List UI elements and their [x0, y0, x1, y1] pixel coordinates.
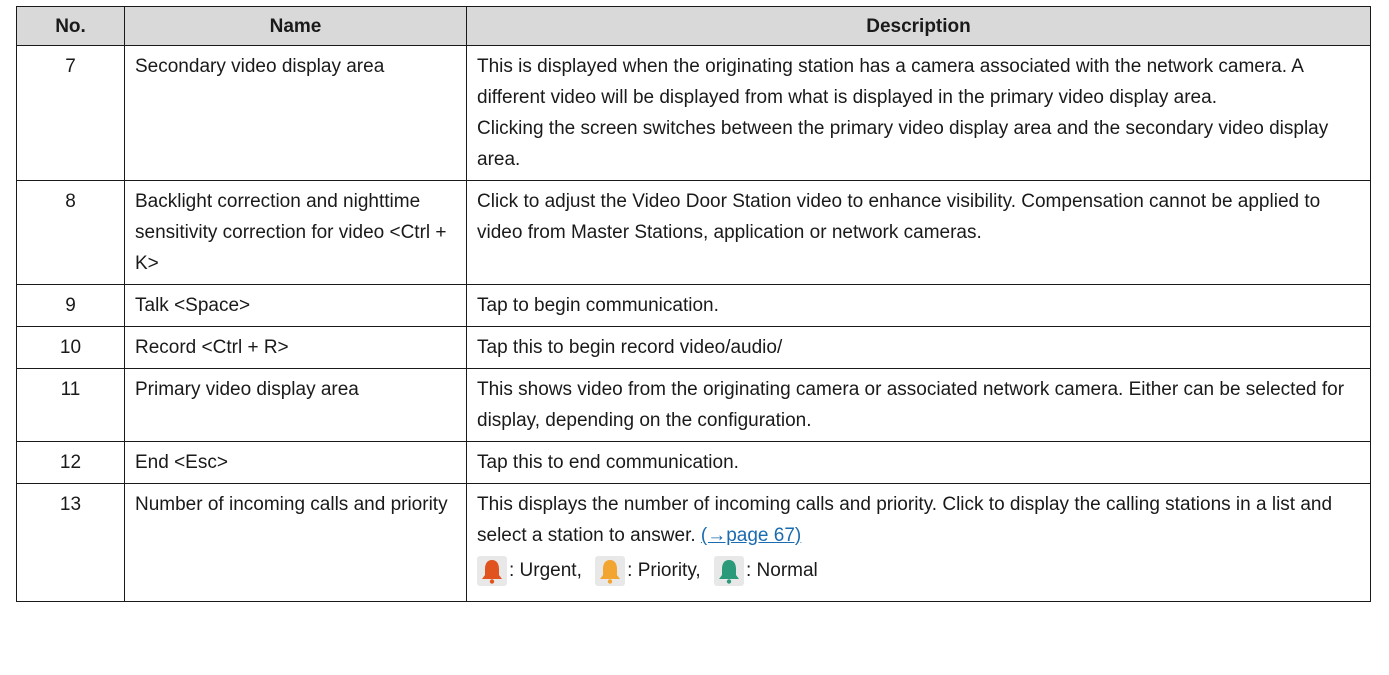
priority-legend-item: : Priority,	[595, 555, 701, 586]
priority-label: : Priority,	[627, 560, 701, 581]
row-name: Record <Ctrl + R>	[124, 326, 467, 369]
specification-table: No. Name Description 7 Secondary video d…	[16, 6, 1371, 602]
table-row: 9 Talk <Space> Tap to begin communicatio…	[16, 284, 1371, 327]
priority-legend: : Urgent, : Priority, : Normal	[477, 555, 1360, 596]
table-row: 11 Primary video display area This shows…	[16, 368, 1371, 442]
row-name: Secondary video display area	[124, 45, 467, 181]
row-name: Talk <Space>	[124, 284, 467, 327]
row-description: This shows video from the originating ca…	[466, 368, 1371, 442]
description-text: Click to adjust the Video Door Station v…	[477, 191, 1321, 243]
row-no: 7	[16, 45, 125, 181]
row-description: This is displayed when the originating s…	[466, 45, 1371, 181]
header-name: Name	[124, 6, 467, 46]
row-description: Click to adjust the Video Door Station v…	[466, 180, 1371, 285]
header-no: No.	[16, 6, 125, 46]
description-text: This shows video from the originating ca…	[477, 379, 1345, 431]
row-no: 8	[16, 180, 125, 285]
row-name: Primary video display area	[124, 368, 467, 442]
priority-label: : Normal	[745, 560, 818, 581]
row-no: 10	[16, 326, 125, 369]
table-row: 13 Number of incoming calls and priority…	[16, 483, 1371, 602]
table-row: 12 End <Esc> Tap this to end communicati…	[16, 441, 1371, 484]
bell-normal-icon	[713, 555, 744, 586]
row-description: Tap this to begin record video/audio/	[466, 326, 1371, 369]
description-text: This displays the number of incoming cal…	[477, 494, 1333, 546]
priority-legend-item: : Normal	[713, 555, 818, 586]
page-reference-link[interactable]: (→page 67)	[701, 525, 801, 546]
description-text: Tap this to end communication.	[477, 452, 739, 473]
description-text: This is displayed when the originating s…	[477, 56, 1303, 108]
priority-legend-item: : Urgent,	[477, 555, 582, 586]
priority-label: : Urgent,	[509, 560, 582, 581]
row-description: This displays the number of incoming cal…	[466, 483, 1371, 602]
row-name: End <Esc>	[124, 441, 467, 484]
description-text: Tap to begin communication.	[477, 295, 719, 316]
row-no: 12	[16, 441, 125, 484]
row-description: Tap this to end communication.	[466, 441, 1371, 484]
header-description: Description	[466, 6, 1371, 46]
row-name: Number of incoming calls and priority	[124, 483, 467, 602]
row-no: 13	[16, 483, 125, 602]
bell-priority-icon	[595, 555, 626, 586]
row-name: Backlight correction and nighttime sensi…	[124, 180, 467, 285]
row-description: Tap to begin communication.	[466, 284, 1371, 327]
table-row: 10 Record <Ctrl + R> Tap this to begin r…	[16, 326, 1371, 369]
bell-urgent-icon	[477, 555, 507, 586]
row-no: 9	[16, 284, 125, 327]
description-text: Clicking the screen switches between the…	[477, 118, 1329, 170]
row-no: 11	[16, 368, 125, 442]
manual-page: No. Name Description 7 Secondary video d…	[0, 0, 1389, 675]
table-header-row: No. Name Description	[16, 6, 1371, 46]
description-text: Tap this to begin record video/audio/	[477, 337, 783, 358]
table-row: 7 Secondary video display area This is d…	[16, 45, 1371, 181]
table-row: 8 Backlight correction and nighttime sen…	[16, 180, 1371, 285]
